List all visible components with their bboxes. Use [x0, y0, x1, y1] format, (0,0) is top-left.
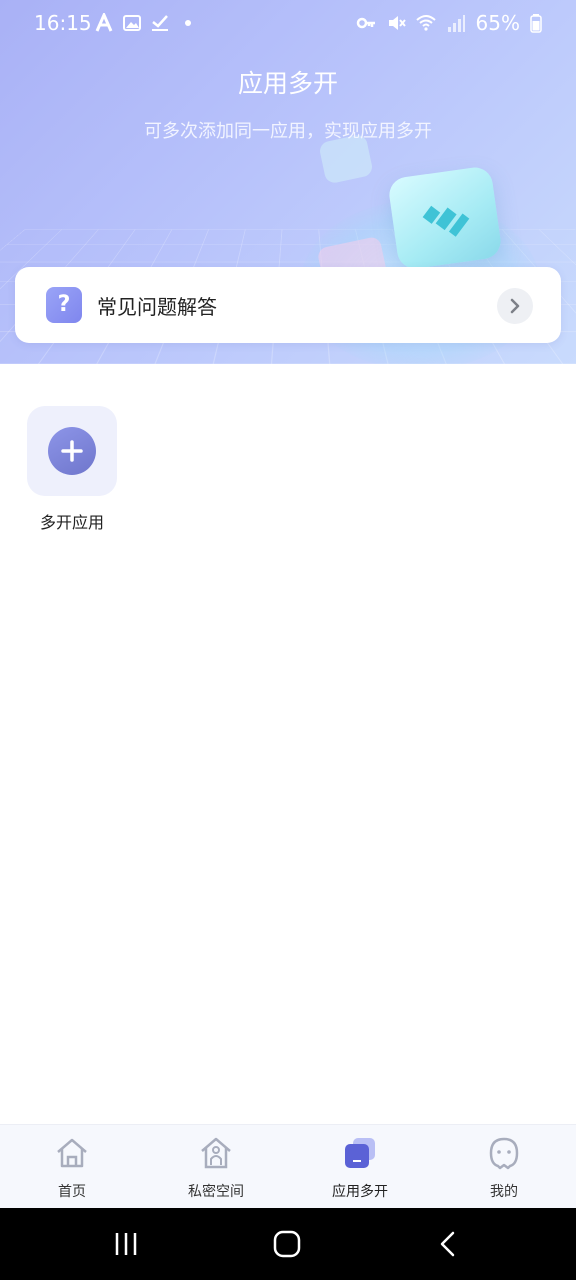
status-time: 16:15 — [34, 11, 92, 35]
profile-face-icon — [489, 1137, 519, 1170]
faq-label: 常见问题解答 — [97, 295, 217, 319]
home-icon — [57, 1138, 87, 1168]
battery-icon — [530, 14, 542, 33]
recent-apps-icon[interactable] — [112, 1230, 140, 1258]
check-icon — [152, 15, 168, 31]
wifi-icon — [415, 15, 436, 31]
tab-multi-app-label: 应用多开 — [332, 1184, 388, 1200]
mute-icon — [388, 16, 406, 30]
add-multi-app-label: 多开应用 — [39, 513, 104, 532]
page-subtitle: 可多次添加同一应用，实现应用多开 — [144, 121, 432, 142]
add-multi-app-button[interactable] — [27, 406, 117, 496]
plus-icon — [48, 427, 96, 475]
tab-multi-app[interactable]: 应用多开 — [288, 1125, 432, 1209]
back-icon[interactable] — [436, 1230, 460, 1258]
system-nav-bar — [0, 1208, 576, 1280]
dot-icon — [185, 20, 191, 26]
battery-percent: 65% — [475, 11, 520, 35]
signal-icon — [447, 15, 465, 32]
header-banner: 16:15 65% 应用多开 可多次添加同一应用，实现应用多开 ? 常见问题解答 — [0, 0, 576, 364]
decorative-app-cube-icon — [387, 165, 503, 271]
image-icon — [123, 15, 141, 31]
status-bar: 16:15 65% — [0, 0, 576, 46]
faq-card[interactable]: ? 常见问题解答 — [15, 267, 561, 343]
question-icon: ? — [46, 287, 82, 323]
home-button-icon[interactable] — [272, 1230, 302, 1258]
tab-mine[interactable]: 我的 — [432, 1125, 576, 1209]
tab-private-space-label: 私密空间 — [188, 1184, 244, 1200]
chevron-right-icon[interactable] — [497, 288, 533, 324]
tab-mine-label: 我的 — [490, 1184, 518, 1200]
page-title: 应用多开 — [237, 69, 338, 98]
key-icon — [356, 17, 375, 29]
tab-home[interactable]: 首页 — [0, 1125, 144, 1209]
tab-home-label: 首页 — [58, 1184, 86, 1200]
bottom-tab-bar: 首页 私密空间 应用多开 我的 — [0, 1124, 576, 1209]
a-icon — [95, 13, 113, 32]
private-house-icon — [201, 1137, 231, 1169]
multi-app-icon — [345, 1138, 375, 1168]
tab-private-space[interactable]: 私密空间 — [144, 1125, 288, 1209]
